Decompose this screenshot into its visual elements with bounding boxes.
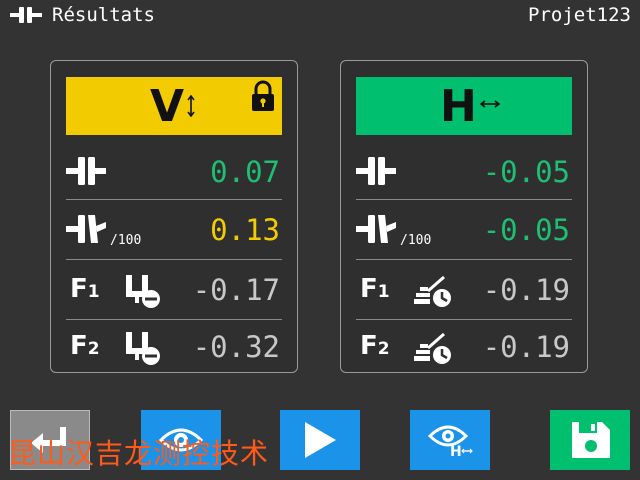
foot2-label: F2 — [70, 331, 100, 361]
horizontal-offset-value: -0.05 — [482, 155, 570, 189]
floppy-disk-icon — [572, 422, 610, 458]
title-bar: Résultats Projet123 — [0, 0, 640, 30]
vertical-offset-row: 0.07 — [66, 143, 282, 201]
vertical-offset-value: 0.07 — [210, 155, 280, 189]
per-100-unit: /100 — [110, 233, 142, 248]
foot1-label: F1 — [360, 274, 390, 304]
foot1-label: F1 — [70, 274, 100, 304]
vertical-results-panel: V 0.07 /100 0.13 F1 -0.17 F2 -0.32 — [50, 60, 298, 373]
divider — [66, 199, 282, 200]
divider — [356, 199, 572, 200]
foot-adjust-icon — [414, 332, 451, 364]
horizontal-arrow-icon — [480, 100, 500, 108]
angular-coupling-icon — [66, 215, 106, 243]
vertical-header[interactable]: V — [66, 77, 282, 135]
horizontal-foot1-value: -0.19 — [482, 273, 570, 307]
per-100-unit: /100 — [400, 233, 432, 248]
vertical-letter: V — [150, 81, 185, 132]
play-button[interactable] — [280, 410, 360, 470]
watermark-text: 昆山汉吉龙测控技术 — [8, 437, 270, 470]
project-name: Projet123 — [528, 4, 631, 26]
view-h-letter: H — [450, 444, 462, 460]
vertical-foot1-row: F1 -0.17 — [66, 261, 282, 319]
horizontal-angle-value: -0.05 — [482, 213, 570, 247]
divider — [356, 259, 572, 260]
coupling-icon — [66, 157, 106, 185]
foot-remove-icon — [126, 275, 160, 308]
divider — [66, 259, 282, 260]
view-horizontal-button[interactable]: H — [410, 410, 490, 470]
foot-adjust-icon — [414, 275, 451, 307]
horizontal-foot2-value: -0.19 — [482, 330, 570, 364]
eye-horizontal-icon: H — [427, 425, 473, 460]
vertical-foot2-row: F2 -0.32 — [66, 318, 282, 376]
coupling-icon — [10, 7, 42, 23]
coupling-icon — [356, 157, 396, 185]
foot-remove-icon — [126, 332, 160, 365]
angular-coupling-icon — [356, 215, 396, 243]
play-icon — [305, 422, 336, 458]
vertical-foot2-value: -0.32 — [192, 330, 280, 364]
vertical-angle-row: /100 0.13 — [66, 201, 282, 259]
horizontal-foot1-row: F1 -0.19 — [356, 261, 572, 319]
horizontal-offset-row: -0.05 — [356, 143, 572, 201]
save-button[interactable] — [550, 410, 630, 470]
horizontal-angle-row: /100 -0.05 — [356, 201, 572, 259]
vertical-arrow-icon — [187, 95, 195, 117]
horizontal-header[interactable]: H — [356, 77, 572, 135]
horizontal-results-panel: H -0.05 /100 -0.05 F1 -0.19 F2 -0.19 — [340, 60, 588, 373]
vertical-angle-value: 0.13 — [210, 213, 280, 247]
foot2-label: F2 — [360, 331, 390, 361]
vertical-foot1-value: -0.17 — [192, 273, 280, 307]
horizontal-foot2-row: F2 -0.19 — [356, 318, 572, 376]
horizontal-letter: H — [440, 81, 477, 132]
lock-icon[interactable] — [250, 80, 276, 112]
page-title: Résultats — [52, 4, 155, 26]
